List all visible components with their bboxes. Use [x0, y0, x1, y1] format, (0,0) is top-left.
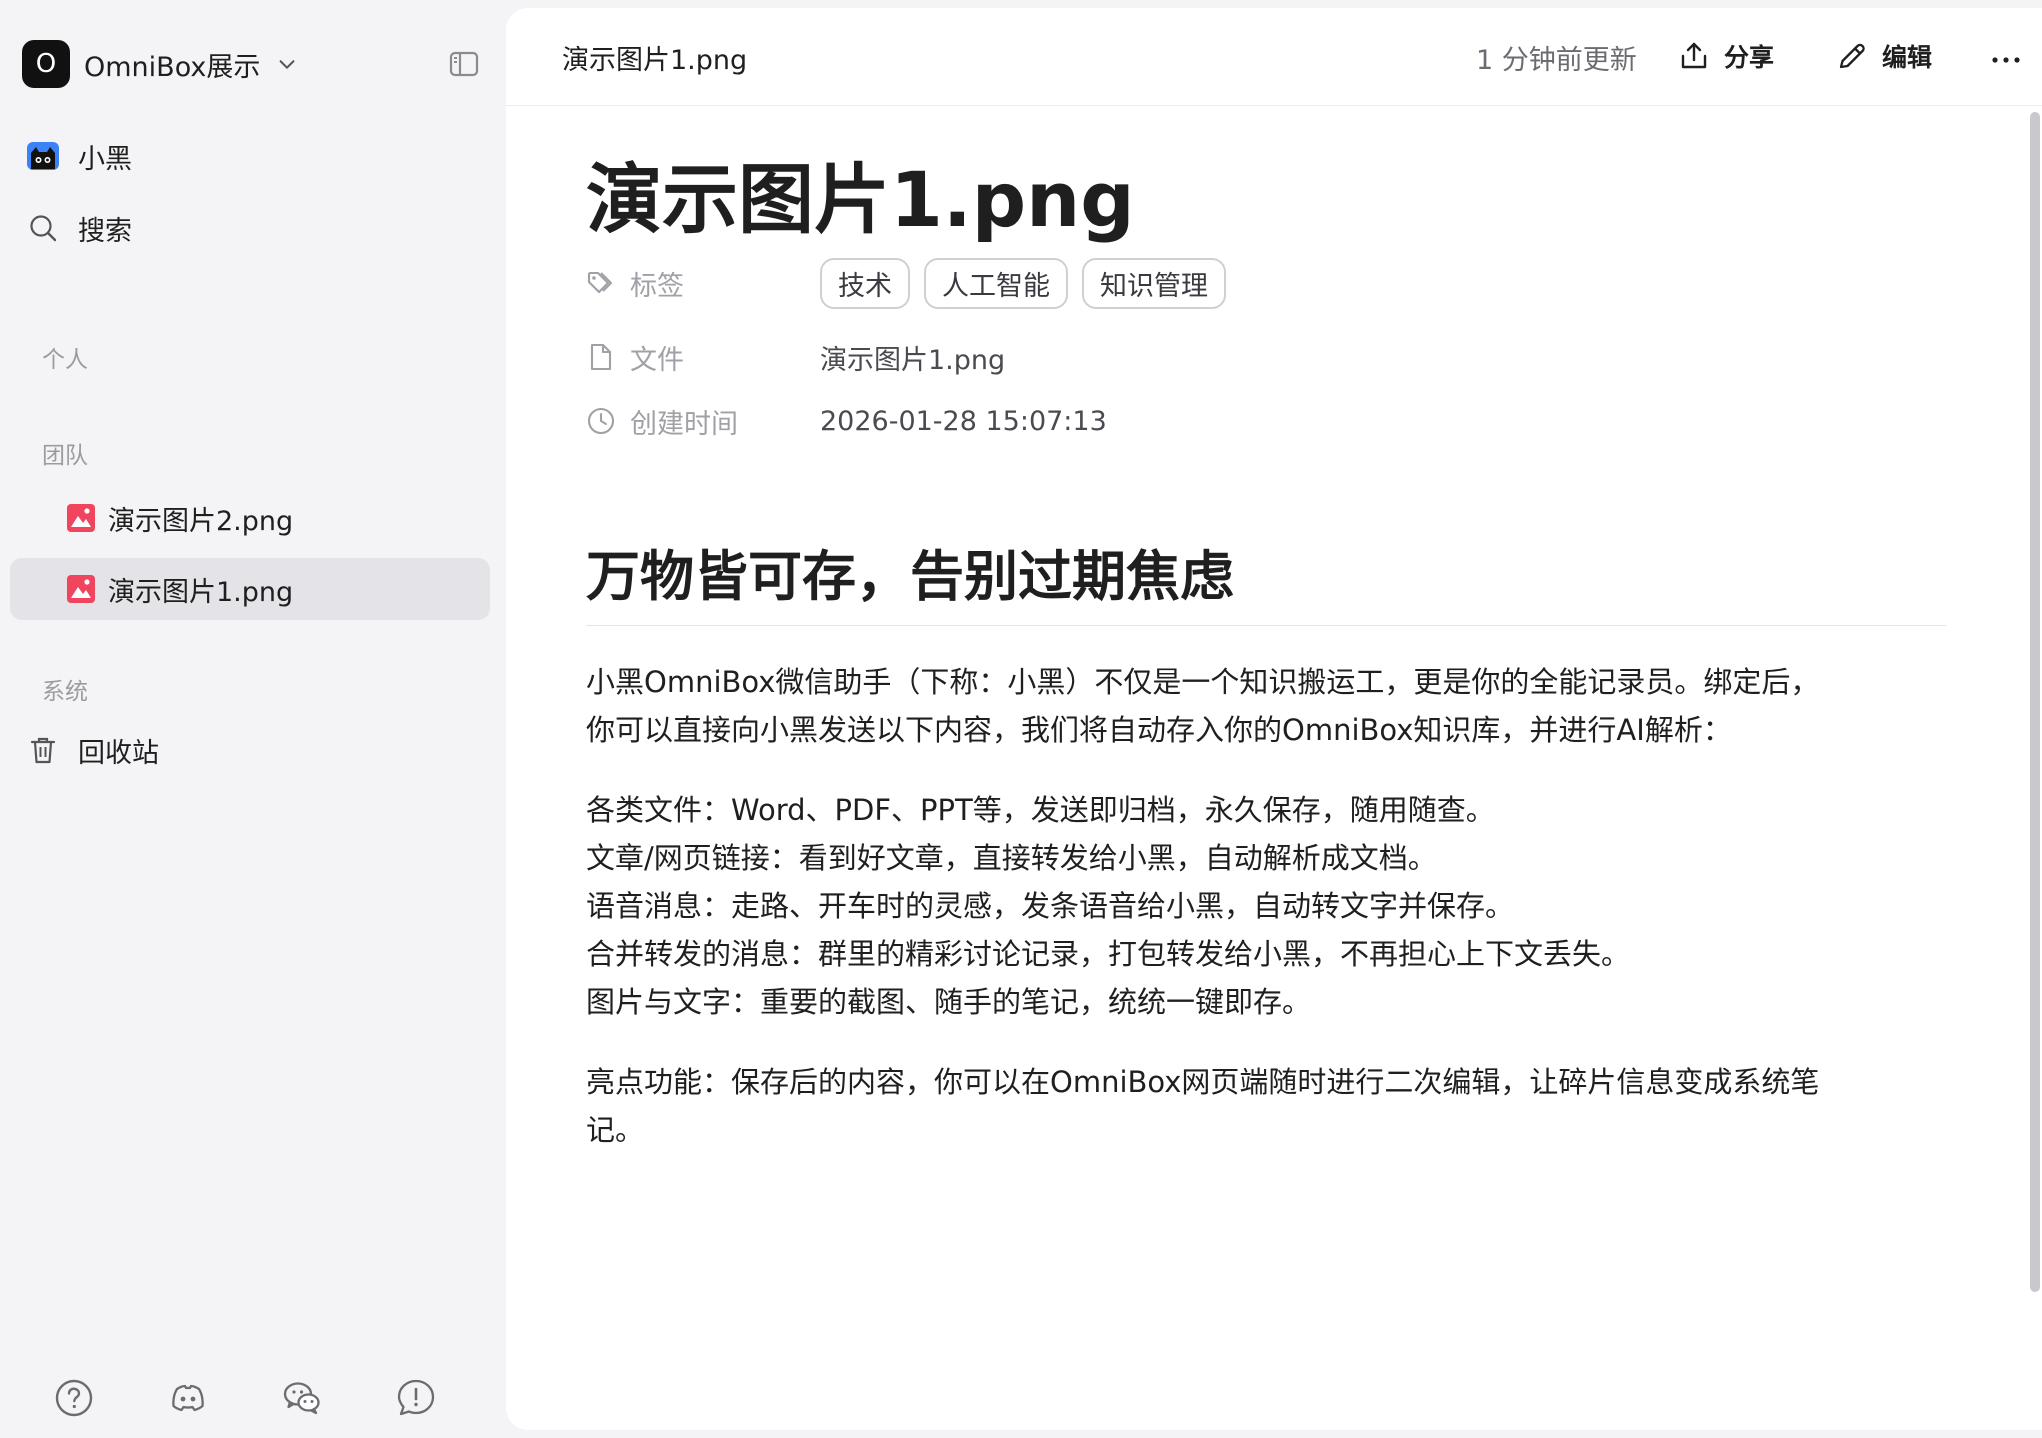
image-file-icon	[67, 504, 95, 532]
property-created: 创建时间 2026-01-28 15:07:13	[586, 396, 1107, 446]
sidebar-item-label: 搜索	[78, 215, 132, 247]
edit-button[interactable]: 编辑	[1836, 34, 1932, 78]
section-personal[interactable]: 个人	[42, 340, 88, 374]
created-time-value: 2026-01-28 15:07:13	[820, 405, 1107, 437]
document-title[interactable]: 演示图片1.png	[586, 138, 1135, 248]
sidebar-item-demo-image-2[interactable]: 演示图片2.png	[10, 487, 490, 549]
workspace-switcher[interactable]: O OmniBox展示	[22, 38, 298, 90]
list-item: 图片与文字：重要的截图、随手的笔记，统统一键即存。	[586, 985, 1312, 1019]
text-line: 小黑OmniBox微信助手（下称：小黑）不仅是一个知识搬运工，更是你的全能记录员…	[586, 665, 1820, 699]
text-line: 你可以直接向小黑发送以下内容，我们将自动存入你的OmniBox知识库，并进行AI…	[586, 713, 1732, 747]
trash-icon	[26, 733, 60, 767]
app-window: O OmniBox展示 小黑 搜索 个人 团队 演示图片2.png 演示图片1.…	[0, 0, 2042, 1438]
sidebar-item-label: 回收站	[78, 737, 159, 769]
image-file-icon	[67, 575, 95, 603]
feedback-icon[interactable]	[396, 1378, 436, 1418]
sidebar-item-label: 小黑	[78, 143, 132, 175]
property-key: 标签	[630, 270, 684, 302]
section-team[interactable]: 团队	[42, 436, 88, 470]
list-item: 语音消息：走路、开车时的灵感，发条语音给小黑，自动转文字并保存。	[586, 889, 1515, 923]
share-button[interactable]: 分享	[1678, 34, 1774, 78]
file-icon	[590, 343, 612, 371]
list-item: 合并转发的消息：群里的精彩讨论记录，打包转发给小黑，不再担心上下文丢失。	[586, 937, 1631, 971]
updated-status: 1 分钟前更新	[1476, 45, 1637, 76]
property-tags: 标签 技术 人工智能 知识管理	[586, 257, 1226, 309]
more-options-icon[interactable]	[1988, 42, 2024, 78]
sidebar-item-xiaohei[interactable]: 小黑	[10, 126, 490, 186]
sidebar-footer	[54, 1378, 436, 1418]
file-name-value[interactable]: 演示图片1.png	[820, 338, 1005, 377]
text-line: 记。	[586, 1113, 645, 1147]
tag-icon	[587, 271, 613, 294]
list-item: 各类文件：Word、PDF、PPT等，发送即归档，永久保存，随用随查。	[586, 793, 1495, 827]
pencil-icon	[1839, 43, 1865, 69]
list-item: 文章/网页链接：看到好文章，直接转发给小黑，自动解析成文档。	[586, 841, 1437, 875]
help-icon[interactable]	[54, 1378, 94, 1418]
topbar: 演示图片1.png 1 分钟前更新 分享 编辑	[506, 8, 2042, 106]
share-icon	[1681, 42, 1707, 69]
cat-avatar-icon	[26, 139, 60, 173]
edit-label: 编辑	[1882, 43, 1933, 72]
tag-list: 技术 人工智能 知识管理	[820, 257, 1226, 309]
property-key: 创建时间	[630, 408, 738, 440]
feature-list: 各类文件：Word、PDF、PPT等，发送即归档，永久保存，随用随查。 文章/网…	[586, 786, 1946, 1026]
chevron-down-icon	[279, 60, 295, 69]
tree-item-label: 演示图片2.png	[108, 505, 294, 537]
highlight-paragraph: 亮点功能：保存后的内容，你可以在OmniBox网页端随时进行二次编辑，让碎片信息…	[586, 1058, 1946, 1154]
sidebar-item-demo-image-1[interactable]: 演示图片1.png	[10, 558, 490, 620]
discord-icon[interactable]	[168, 1378, 208, 1418]
section-heading: 万物皆可存，告别过期焦虑	[586, 532, 1946, 626]
text-line: 亮点功能：保存后的内容，你可以在OmniBox网页端随时进行二次编辑，让碎片信息…	[586, 1065, 1820, 1099]
main-panel: 演示图片1.png 1 分钟前更新 分享 编辑 演示图片1.png 标签 技术 …	[506, 8, 2042, 1430]
workspace-name: OmniBox展示	[84, 51, 261, 83]
workspace-logo: O	[22, 40, 70, 88]
sidebar: O OmniBox展示 小黑 搜索 个人 团队 演示图片2.png 演示图片1.…	[0, 0, 506, 1438]
tag-chip[interactable]: 知识管理	[1082, 257, 1226, 309]
search-icon	[26, 211, 60, 245]
section-system[interactable]: 系统	[42, 672, 88, 706]
wechat-icon[interactable]	[282, 1378, 322, 1418]
property-file: 文件 演示图片1.png	[586, 332, 1005, 382]
sidebar-item-search[interactable]: 搜索	[10, 198, 490, 258]
tag-chip[interactable]: 人工智能	[924, 257, 1068, 309]
property-key: 文件	[630, 344, 684, 376]
share-label: 分享	[1724, 43, 1775, 72]
clock-icon	[587, 407, 615, 435]
sidebar-toggle-icon[interactable]	[448, 48, 480, 80]
intro-paragraph: 小黑OmniBox微信助手（下称：小黑）不仅是一个知识搬运工，更是你的全能记录员…	[586, 658, 1946, 754]
breadcrumb[interactable]: 演示图片1.png	[562, 38, 747, 77]
tag-chip[interactable]: 技术	[820, 257, 910, 309]
tree-item-label: 演示图片1.png	[108, 576, 294, 608]
sidebar-item-trash[interactable]: 回收站	[10, 720, 490, 780]
scrollbar-thumb[interactable]	[2030, 112, 2040, 1292]
